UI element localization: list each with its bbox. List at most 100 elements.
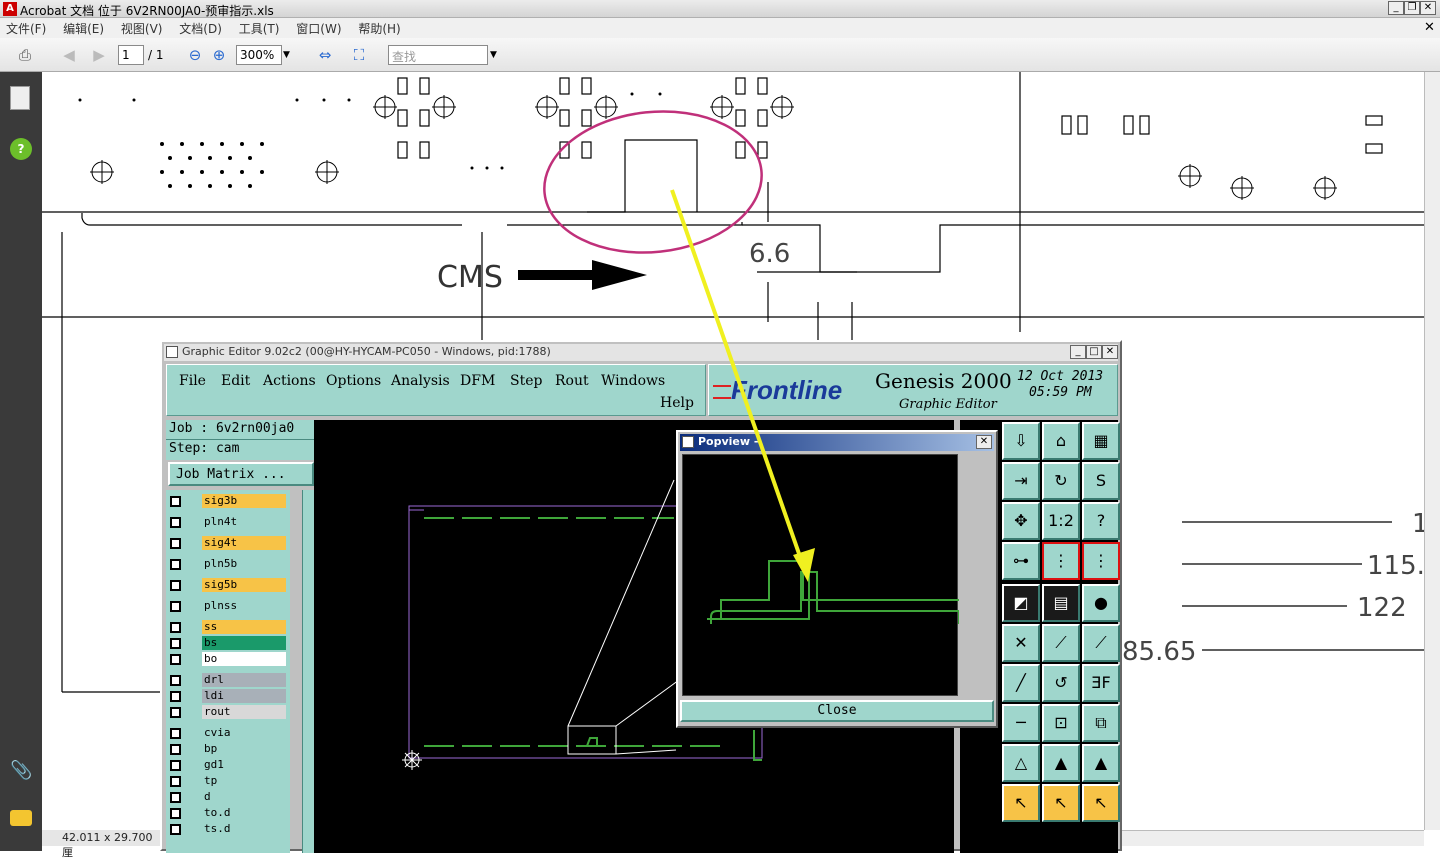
pad-icon[interactable]: ●: [1082, 584, 1120, 622]
swap-icon[interactable]: ↻: [1042, 462, 1080, 500]
line-point-icon[interactable]: ⟋: [1042, 624, 1080, 662]
ge-menu-options[interactable]: Options: [326, 373, 381, 389]
menu-help[interactable]: 帮助(H): [358, 22, 400, 36]
layer-row-pln4t[interactable]: pln4t: [168, 515, 288, 530]
layer-row-plnss[interactable]: plnss: [168, 599, 288, 614]
diagonal-line-icon[interactable]: ╱: [1002, 664, 1040, 702]
prev-page-icon[interactable]: ◀: [58, 44, 80, 66]
ge-menu-step[interactable]: Step: [510, 373, 542, 389]
layer-row-tp[interactable]: tp: [168, 774, 288, 789]
layer-checkbox[interactable]: [170, 601, 181, 612]
layer-checkbox[interactable]: [170, 517, 181, 528]
ge-menu-rout[interactable]: Rout: [555, 373, 589, 389]
layer-row-d[interactable]: d: [168, 790, 288, 805]
ge-menu-help[interactable]: Help: [660, 395, 694, 411]
shapes-icon[interactable]: ⧉: [1082, 704, 1120, 742]
popview-close-button[interactable]: Close: [680, 700, 994, 722]
zoom-out-icon[interactable]: ⊖: [184, 44, 206, 66]
down-arrow-box-icon[interactable]: ⇩: [1002, 422, 1040, 460]
pointer-circle-icon[interactable]: ↖: [1082, 784, 1120, 822]
layer-checkbox[interactable]: [170, 691, 181, 702]
menu-document[interactable]: 文档(D): [179, 22, 222, 36]
menu-window[interactable]: 窗口(W): [296, 22, 341, 36]
layer-checkbox[interactable]: [170, 559, 181, 570]
page-number-input[interactable]: 1: [118, 45, 144, 65]
panes-icon[interactable]: ▦: [1082, 422, 1120, 460]
mirror-f-icon[interactable]: ƎF: [1082, 664, 1120, 702]
layer-checkbox[interactable]: [170, 728, 181, 739]
search-dropdown-icon[interactable]: ▼: [490, 50, 497, 60]
menu-file[interactable]: 文件(F): [6, 22, 46, 36]
triangle-blue-icon[interactable]: ▲: [1082, 744, 1120, 782]
ge-menu-actions[interactable]: Actions: [263, 373, 316, 389]
ge-menu-windows[interactable]: Windows: [601, 373, 665, 389]
attachment-icon[interactable]: 📎: [10, 760, 32, 781]
minimize-button[interactable]: _: [1388, 1, 1404, 15]
s-curve-icon[interactable]: S: [1082, 462, 1120, 500]
layer-row-ts-d[interactable]: ts.d: [168, 822, 288, 837]
menu-view[interactable]: 视图(V): [121, 22, 163, 36]
search-input[interactable]: 查找: [388, 45, 488, 65]
close-doc-icon[interactable]: ✕: [1424, 20, 1435, 35]
layer-checkbox[interactable]: [170, 654, 181, 665]
layer-row-sig3b[interactable]: sig3b: [168, 494, 288, 509]
ge-menu-edit[interactable]: Edit: [221, 373, 250, 389]
layer-row-sig4t[interactable]: sig4t: [168, 536, 288, 551]
layer-checkbox[interactable]: [170, 622, 181, 633]
line-point-red-icon[interactable]: ⟋: [1082, 624, 1120, 662]
ge-minimize-button[interactable]: _: [1070, 345, 1086, 359]
layer-checkbox[interactable]: [170, 808, 181, 819]
pointer-icon[interactable]: ↖: [1002, 784, 1040, 822]
key-icon[interactable]: ⊶: [1002, 542, 1040, 580]
layer-checkbox[interactable]: [170, 707, 181, 718]
pointer-select-icon[interactable]: ↖: [1042, 784, 1080, 822]
layer-row-bo[interactable]: bo: [168, 652, 288, 667]
help-icon[interactable]: ?: [10, 138, 32, 160]
menu-tools[interactable]: 工具(T): [239, 22, 280, 36]
pan-icon[interactable]: ✥: [1002, 502, 1040, 540]
triangle-red-icon[interactable]: △: [1002, 744, 1040, 782]
layer-row-bp[interactable]: bp: [168, 742, 288, 757]
layer-checkbox[interactable]: [170, 496, 181, 507]
help-box-icon[interactable]: ?: [1082, 502, 1120, 540]
fit-width-icon[interactable]: ⇔: [314, 44, 336, 66]
color-swatch-icon[interactable]: ◩: [1002, 584, 1040, 622]
insert-icon[interactable]: ⇥: [1002, 462, 1040, 500]
minus-line-icon[interactable]: ─: [1002, 704, 1040, 742]
ruler-icon[interactable]: ▤: [1042, 584, 1080, 622]
home-icon[interactable]: ⌂: [1042, 422, 1080, 460]
ge-menu-file[interactable]: File: [179, 373, 206, 389]
ge-maximize-button[interactable]: □: [1086, 345, 1102, 359]
layer-row-ss[interactable]: ss: [168, 620, 288, 635]
layer-row-gd1[interactable]: gd1: [168, 758, 288, 773]
print-icon[interactable]: ⎙: [14, 44, 36, 66]
ge-menu-dfm[interactable]: DFM: [460, 373, 495, 389]
cross-select-icon[interactable]: ✕: [1002, 624, 1040, 662]
rotate-icon[interactable]: ↺: [1042, 664, 1080, 702]
next-page-icon[interactable]: ▶: [88, 44, 110, 66]
layer-checkbox[interactable]: [170, 538, 181, 549]
triangle-up-icon[interactable]: ▲: [1042, 744, 1080, 782]
layer-row-to-d[interactable]: to.d: [168, 806, 288, 821]
pages-icon[interactable]: [10, 86, 30, 110]
layer-checkbox[interactable]: [170, 744, 181, 755]
menu-edit[interactable]: 编辑(E): [63, 22, 104, 36]
layer-checkbox[interactable]: [170, 638, 181, 649]
zoom-input[interactable]: 300%: [236, 45, 282, 65]
measure-red-icon[interactable]: ⋮: [1042, 542, 1080, 580]
zoom-dropdown-icon[interactable]: ▼: [283, 50, 290, 60]
layer-row-rout[interactable]: rout: [168, 705, 288, 720]
layer-checkbox[interactable]: [170, 675, 181, 686]
layer-checkbox[interactable]: [170, 776, 181, 787]
layer-row-ldi[interactable]: ldi: [168, 689, 288, 704]
layer-row-drl[interactable]: drl: [168, 673, 288, 688]
ge-close-button[interactable]: ✕: [1102, 345, 1118, 359]
popview-close-x-button[interactable]: ✕: [976, 435, 992, 449]
horizontal-scrollbar[interactable]: [1120, 830, 1424, 846]
snap-box-icon[interactable]: ⊡: [1042, 704, 1080, 742]
layer-row-pln5b[interactable]: pln5b: [168, 557, 288, 572]
layer-checkbox[interactable]: [170, 824, 181, 835]
vertical-scrollbar[interactable]: [1424, 72, 1440, 830]
comments-icon[interactable]: [10, 810, 32, 826]
layer-checkbox[interactable]: [170, 792, 181, 803]
